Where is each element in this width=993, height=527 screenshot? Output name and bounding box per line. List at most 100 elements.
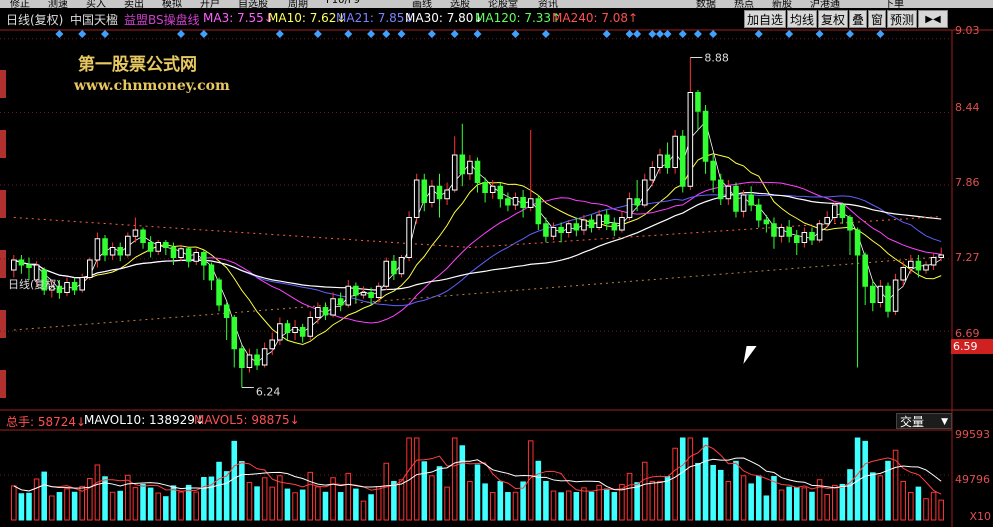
candle-body [315, 307, 321, 318]
candle-body [520, 197, 526, 208]
volume-bar [155, 492, 162, 521]
volume-bar [231, 440, 238, 521]
volume-bar [163, 496, 169, 521]
volume-bar [383, 462, 390, 521]
signal-diamond [450, 30, 459, 38]
volume-bar [497, 480, 504, 521]
volume-bar [558, 492, 564, 521]
signal-diamond [541, 30, 550, 38]
candle-body [163, 242, 169, 248]
volume-bar [550, 490, 557, 521]
volume-bar [626, 472, 633, 521]
signal-diamond [177, 30, 186, 38]
volume-bar [717, 469, 724, 521]
volume-bar [801, 487, 808, 521]
candle-body [451, 154, 458, 191]
ma21-line [13, 181, 942, 324]
volume-bar [467, 480, 473, 521]
candle-body [892, 279, 899, 312]
volume-bar [451, 437, 458, 521]
volume-bar [147, 487, 154, 521]
volume-bar [763, 495, 770, 521]
signal-diamond [473, 30, 482, 38]
signal-diamond [754, 30, 763, 38]
candle-body [444, 189, 450, 200]
volume-bar [140, 483, 146, 521]
candle-body [816, 223, 823, 241]
signal-diamond [275, 30, 284, 38]
candle-body [740, 194, 747, 212]
candle-body [733, 185, 739, 212]
candle-body [588, 219, 595, 228]
candle-body [330, 298, 336, 316]
signal-diamond [313, 30, 322, 38]
volume-bar [360, 500, 367, 521]
candle-body [543, 223, 549, 237]
candle-body [147, 242, 154, 252]
candle-body [679, 135, 686, 187]
volume-bar [56, 492, 63, 521]
price-label-4: 7.27 [955, 251, 980, 264]
mavol5-value: MAVOL5: 98875↓ [194, 413, 300, 427]
volume-bar [710, 464, 716, 521]
candle-body [550, 227, 557, 237]
candle-body [269, 339, 276, 350]
candle-body [436, 185, 443, 200]
high-marker-label: 8.88 [704, 52, 729, 65]
volume-label-2: 49796 [955, 473, 990, 486]
volume-bar [246, 481, 253, 521]
candle-body [391, 260, 397, 275]
candle-body [368, 292, 374, 298]
volume-bar [755, 475, 762, 521]
candle-body [117, 247, 124, 256]
volume-bar [603, 488, 610, 521]
volume-dropdown-label: 交量 [900, 415, 925, 429]
candle-body [717, 179, 724, 200]
candle-body [672, 135, 678, 168]
volume-bar [664, 476, 671, 521]
candle-body [11, 259, 17, 271]
volume-bar [33, 478, 40, 521]
candle-body [847, 217, 853, 231]
volume-bar [634, 482, 640, 521]
candle-body [558, 227, 564, 233]
signal-diamond [344, 30, 353, 38]
candle-body [64, 282, 70, 293]
candle-body [231, 317, 238, 350]
candle-body [337, 298, 344, 306]
candle-body [383, 260, 390, 287]
candle-body [596, 214, 602, 228]
candle-body [831, 204, 838, 218]
volume-bar [292, 492, 298, 521]
volume-bar [444, 486, 450, 521]
volume-bar [611, 492, 618, 521]
candle-body [535, 198, 542, 225]
volume-bar [847, 469, 853, 521]
volume-bar [87, 478, 93, 521]
volume-bar [923, 498, 929, 521]
candle-body [603, 214, 610, 225]
legend-period: 日线(复权) [8, 278, 61, 291]
candle-body [429, 185, 435, 203]
volume-bar [512, 491, 519, 521]
candle-body [793, 235, 800, 243]
volume-bar [64, 488, 70, 521]
candle-body [877, 285, 884, 303]
volume-indicator-dropdown[interactable]: 交量 ▼ [896, 413, 952, 429]
volume-unit: X10 [969, 510, 991, 523]
volume-label-1: 99593 [955, 428, 990, 441]
candle-body [854, 229, 861, 256]
candle-body [292, 327, 298, 333]
volume-bar [239, 461, 245, 521]
candle-body [79, 277, 85, 291]
candle-body [687, 92, 694, 187]
volume-bar [201, 477, 207, 521]
candle-body [649, 167, 656, 181]
volume-bar [398, 479, 405, 521]
volume-bar [299, 489, 306, 521]
volume-bar [505, 492, 511, 521]
volume-bar [413, 437, 420, 521]
volume-bar [581, 487, 587, 521]
volume-bar [49, 495, 55, 521]
candle-body [573, 223, 580, 231]
